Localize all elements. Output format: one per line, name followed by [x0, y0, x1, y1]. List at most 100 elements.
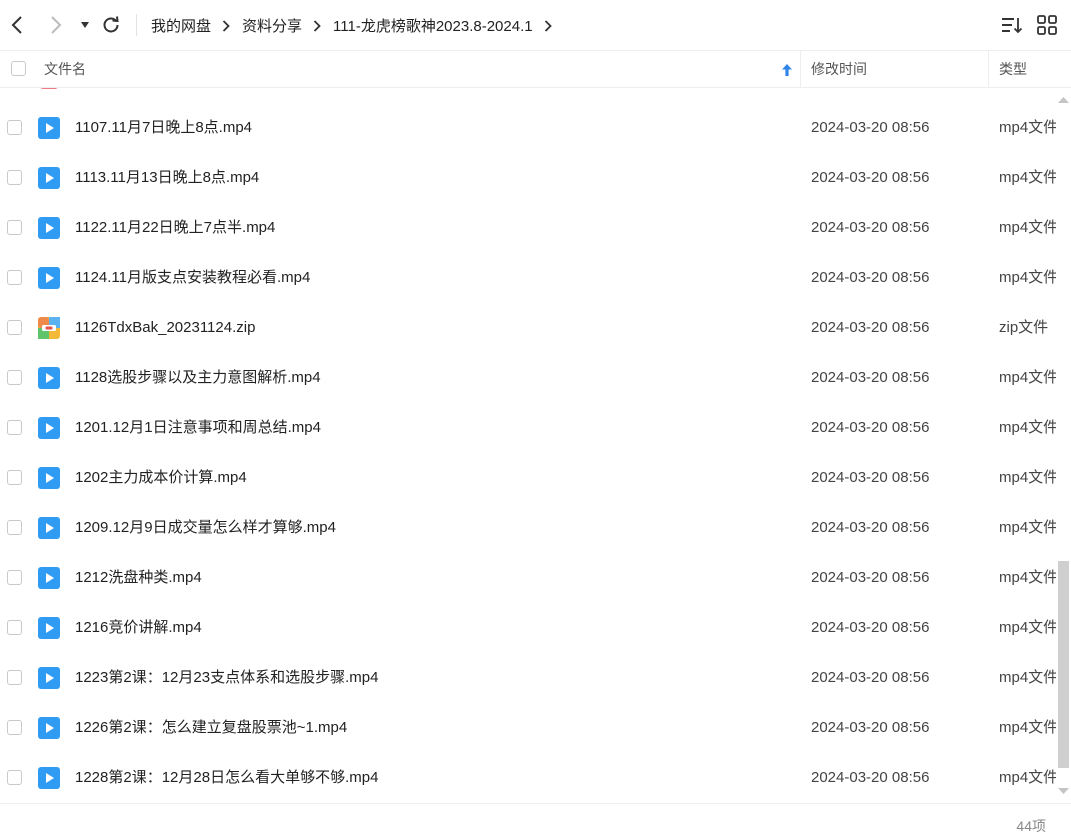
video-file-icon	[38, 167, 60, 189]
file-row[interactable]: 1226第2课：怎么建立复盘股票池~1.mp4 2024-03-20 08:56 m…	[0, 703, 1056, 753]
video-file-icon	[38, 567, 60, 589]
row-checkbox[interactable]	[7, 120, 22, 135]
video-file-icon	[38, 267, 60, 289]
video-file-icon	[38, 767, 60, 789]
file-row[interactable]: 1209.12月9日成交量怎么样才算够.mp4 2024-03-20 08:56 m…	[0, 503, 1056, 553]
file-type: mp4文件	[999, 769, 1056, 786]
file-row[interactable]: 1202主力成本价计算.mp4 2024-03-20 08:56 mp4文件	[0, 453, 1056, 503]
triangle-down-icon	[81, 22, 89, 28]
back-button[interactable]	[5, 12, 29, 38]
row-checkbox[interactable]	[7, 370, 22, 385]
file-row[interactable]: 1212洗盘种类.mp4 2024-03-20 08:56 mp4文件	[0, 553, 1056, 603]
video-file-icon	[38, 617, 60, 639]
breadcrumb-item[interactable]: 我的网盘	[151, 15, 211, 36]
file-modified-time: 2024-03-20 08:56	[811, 669, 930, 686]
file-row[interactable]: 1113.11月13日晚上8点.mp4 2024-03-20 08:56 mp4文件	[0, 153, 1056, 203]
refresh-icon	[103, 16, 119, 33]
file-row[interactable]: 1128选股步骤以及主力意图解析.mp4 2024-03-20 08:56 mp4文…	[0, 353, 1056, 403]
vertical-scrollbar[interactable]	[1056, 88, 1071, 803]
file-row[interactable]: 1124.11月版支点安装教程必看.mp4 2024-03-20 08:56 mp4…	[0, 253, 1056, 303]
file-modified-time: 2024-03-20 08:56	[811, 269, 930, 286]
file-type: mp4文件	[999, 269, 1056, 286]
column-divider[interactable]	[988, 51, 989, 87]
file-type: mp4文件	[999, 469, 1056, 486]
video-file-icon	[38, 217, 60, 239]
file-type: mp4文件	[999, 419, 1056, 436]
video-file-icon	[38, 467, 60, 489]
file-modified-time: 2024-03-20 08:56	[811, 619, 930, 636]
video-file-icon	[38, 717, 60, 739]
column-header-type[interactable]: 类型	[999, 51, 1027, 87]
file-modified-time: 2024-03-20 08:56	[811, 569, 930, 586]
file-row[interactable]: 1126TdxBak_20231124.zip 2024-03-20 08:56 z…	[0, 303, 1056, 353]
file-name: 1228第2课：12月28日怎么看大单够不够.mp4	[75, 769, 379, 786]
breadcrumb-item[interactable]: 资料分享	[242, 15, 302, 36]
file-type: mp4文件	[999, 369, 1056, 386]
row-checkbox[interactable]	[7, 420, 22, 435]
file-modified-time: 2024-03-20 08:56	[811, 519, 930, 536]
row-checkbox[interactable]	[7, 520, 22, 535]
toolbar-divider	[136, 14, 137, 36]
file-modified-time: 2024-03-20 08:56	[811, 719, 930, 736]
item-count: 44项	[1016, 818, 1046, 834]
file-type: mp4文件	[999, 169, 1056, 186]
view-toggle-button[interactable]	[1036, 14, 1058, 36]
row-checkbox[interactable]	[7, 220, 22, 235]
file-type: mp4文件	[999, 219, 1056, 236]
sort-list-icon	[1002, 18, 1023, 34]
refresh-button[interactable]	[99, 12, 123, 38]
row-checkbox[interactable]	[7, 670, 22, 685]
file-row[interactable]: 1228第2课：12月28日怎么看大单够不够.mp4 2024-03-20 08:…	[0, 753, 1056, 803]
file-name: 1113.11月13日晚上8点.mp4	[75, 169, 260, 186]
partial-row-icon	[40, 88, 58, 89]
row-checkbox[interactable]	[7, 570, 22, 585]
chevron-right-icon	[51, 16, 62, 34]
file-modified-time: 2024-03-20 08:56	[811, 419, 930, 436]
file-name: 1122.11月22日晚上7点半.mp4	[75, 219, 276, 236]
breadcrumb: 我的网盘 资料分享 111-龙虎榜歌神2023.8-2024.1	[151, 15, 564, 36]
file-row[interactable]: 1223第2课：12月23支点体系和选股步骤.mp4 2024-03-20 08:…	[0, 653, 1056, 703]
history-dropdown-button[interactable]	[75, 12, 95, 38]
column-divider[interactable]	[800, 51, 801, 87]
breadcrumb-expand-icon[interactable]	[544, 19, 552, 32]
file-modified-time: 2024-03-20 08:56	[811, 769, 930, 786]
select-all-checkbox[interactable]	[11, 61, 26, 76]
row-checkbox[interactable]	[7, 620, 22, 635]
scrollbar-thumb[interactable]	[1058, 561, 1069, 768]
row-checkbox[interactable]	[7, 270, 22, 285]
row-checkbox[interactable]	[7, 320, 22, 335]
video-file-icon	[38, 367, 60, 389]
row-checkbox[interactable]	[7, 170, 22, 185]
video-file-icon	[38, 667, 60, 689]
video-file-icon	[38, 417, 60, 439]
file-row[interactable]: 1107.11月7日晚上8点.mp4 2024-03-20 08:56 mp4文件	[0, 103, 1056, 153]
row-checkbox[interactable]	[7, 770, 22, 785]
row-checkbox[interactable]	[7, 470, 22, 485]
file-modified-time: 2024-03-20 08:56	[811, 319, 930, 336]
column-header-modified[interactable]: 修改时间	[811, 51, 867, 87]
status-bar: 44项	[0, 803, 1071, 838]
scroll-up-icon[interactable]	[1056, 94, 1071, 106]
sort-menu-button[interactable]	[1001, 14, 1023, 36]
file-row[interactable]: 1122.11月22日晚上7点半.mp4 2024-03-20 08:56 mp4文…	[0, 203, 1056, 253]
breadcrumb-separator-icon	[313, 19, 321, 32]
file-row[interactable]: 1201.12月1日注意事项和周总结.mp4 2024-03-20 08:56 mp…	[0, 403, 1056, 453]
sort-ascending-icon[interactable]	[781, 51, 793, 87]
file-name: 1216竞价讲解.mp4	[75, 619, 202, 636]
column-header-name[interactable]: 文件名	[44, 51, 86, 87]
file-modified-time: 2024-03-20 08:56	[811, 469, 930, 486]
video-file-icon	[38, 117, 60, 139]
file-row[interactable]: 1216竞价讲解.mp4 2024-03-20 08:56 mp4文件	[0, 603, 1056, 653]
file-name: 1209.12月9日成交量怎么样才算够.mp4	[75, 519, 336, 536]
file-name: 1226第2课：怎么建立复盘股票池~1.mp4	[75, 719, 348, 736]
file-type: mp4文件	[999, 119, 1056, 136]
scroll-down-icon[interactable]	[1056, 785, 1071, 797]
breadcrumb-item[interactable]: 111-龙虎榜歌神2023.8-2024.1	[333, 15, 533, 36]
file-name: 1212洗盘种类.mp4	[75, 569, 202, 586]
file-modified-time: 2024-03-20 08:56	[811, 119, 930, 136]
row-checkbox[interactable]	[7, 720, 22, 735]
forward-button[interactable]	[44, 12, 68, 38]
video-file-icon	[38, 517, 60, 539]
file-type: mp4文件	[999, 569, 1056, 586]
file-list: 1107.11月7日晚上8点.mp4 2024-03-20 08:56 mp4文件 1…	[0, 88, 1056, 803]
